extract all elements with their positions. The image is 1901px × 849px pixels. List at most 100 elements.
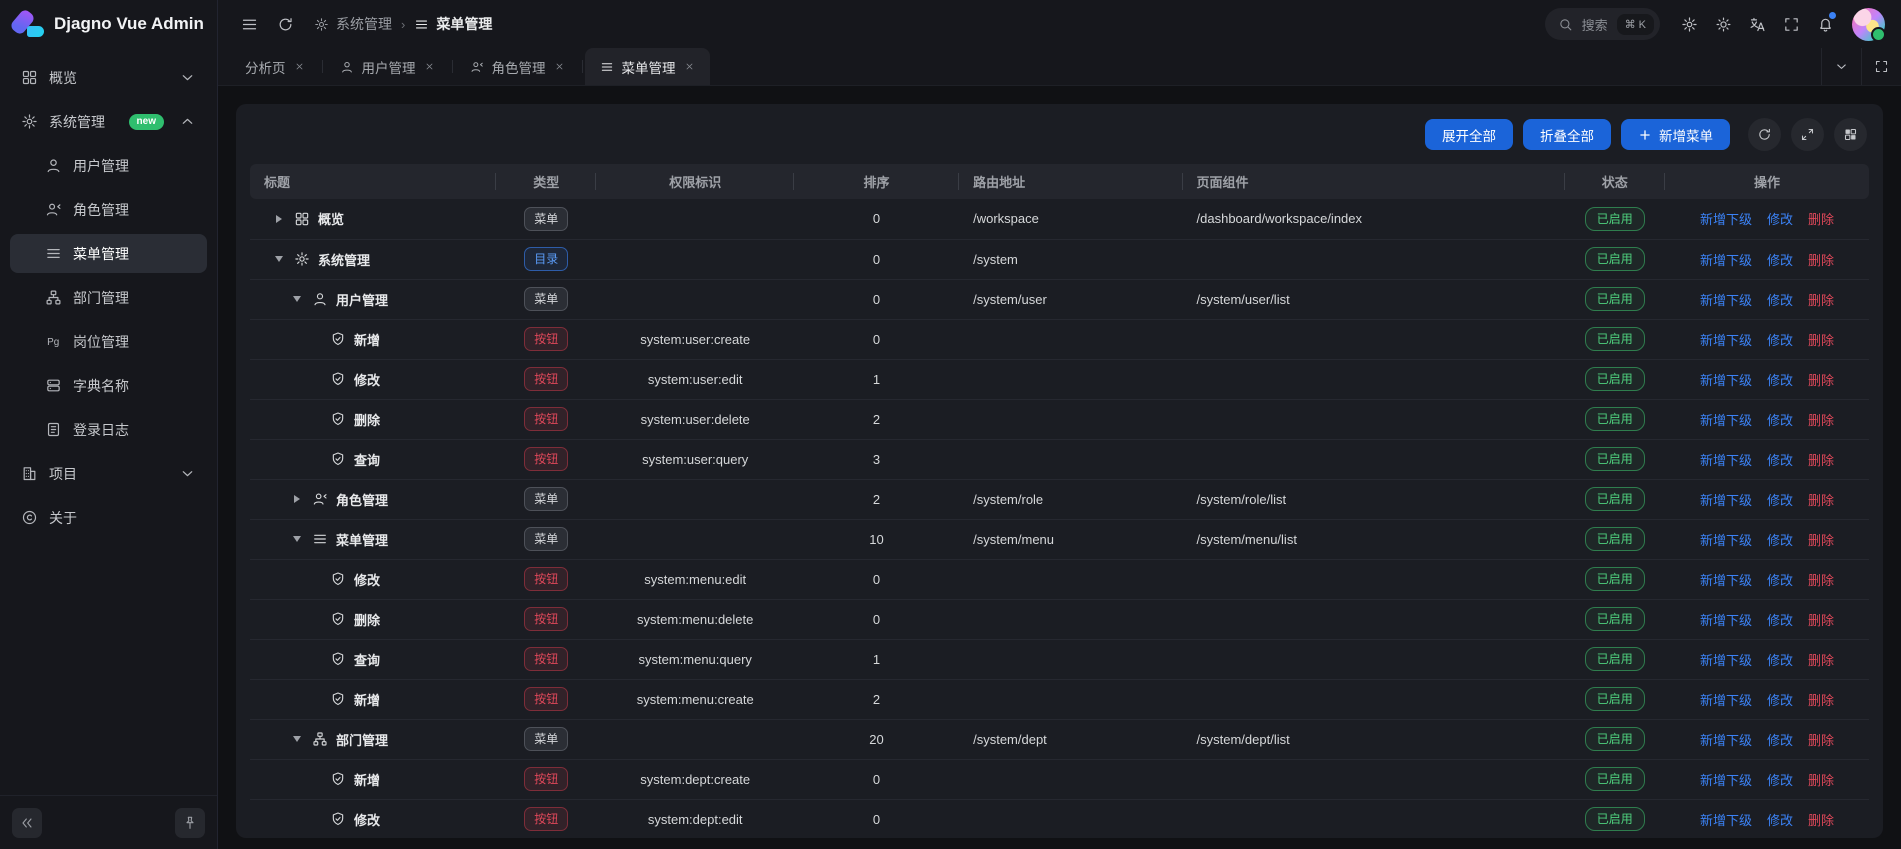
sidebar-toggle-button[interactable] — [234, 9, 264, 39]
user-avatar[interactable] — [1852, 8, 1885, 41]
status-badge: 已启用 — [1585, 527, 1645, 551]
add-child-action[interactable]: 新增下级 — [1700, 570, 1752, 589]
delete-action[interactable]: 删除 — [1808, 610, 1834, 629]
add-child-action[interactable]: 新增下级 — [1700, 530, 1752, 549]
add-child-action[interactable]: 新增下级 — [1700, 290, 1752, 309]
sidebar-pin-button[interactable] — [175, 808, 205, 838]
edit-action[interactable]: 修改 — [1767, 410, 1793, 429]
edit-action[interactable]: 修改 — [1767, 330, 1793, 349]
edit-action[interactable]: 修改 — [1767, 610, 1793, 629]
edit-action[interactable]: 修改 — [1767, 730, 1793, 749]
edit-action[interactable]: 修改 — [1767, 650, 1793, 669]
edit-action[interactable]: 修改 — [1767, 290, 1793, 309]
delete-action[interactable]: 删除 — [1808, 450, 1834, 469]
edit-action[interactable]: 修改 — [1767, 450, 1793, 469]
sidebar-item-login-log[interactable]: 登录日志 — [10, 410, 207, 449]
content-fullscreen-button[interactable] — [1861, 48, 1901, 85]
breadcrumb-item[interactable]: 菜单管理 — [414, 14, 492, 34]
page-refresh-button[interactable] — [270, 9, 300, 39]
edit-action[interactable]: 修改 — [1767, 770, 1793, 789]
delete-action[interactable]: 删除 — [1808, 810, 1834, 829]
sidebar-item-menus[interactable]: 菜单管理 — [10, 234, 207, 273]
sidebar-item-system[interactable]: 系统管理new — [10, 102, 207, 141]
tree-toggle[interactable] — [272, 256, 286, 262]
add-child-action[interactable]: 新增下级 — [1700, 330, 1752, 349]
delete-action[interactable]: 删除 — [1808, 690, 1834, 709]
sidebar-item-users[interactable]: 用户管理 — [10, 146, 207, 185]
sidebar-item-positions[interactable]: 岗位管理 — [10, 322, 207, 361]
column-settings-button[interactable] — [1834, 118, 1867, 151]
delete-action[interactable]: 删除 — [1808, 330, 1834, 349]
add-child-action[interactable]: 新增下级 — [1700, 650, 1752, 669]
cell-type: 菜单 — [496, 519, 596, 559]
add-menu-button[interactable]: 新增菜单 — [1621, 119, 1730, 150]
tree-toggle[interactable] — [290, 495, 304, 503]
tab-close-icon[interactable] — [424, 61, 435, 72]
collapse-all-button[interactable]: 折叠全部 — [1523, 119, 1611, 150]
sidebar-item-about[interactable]: 关于 — [10, 498, 207, 537]
sidebar-item-project[interactable]: 项目 — [10, 454, 207, 493]
add-child-action[interactable]: 新增下级 — [1700, 209, 1752, 228]
add-child-action[interactable]: 新增下级 — [1700, 690, 1752, 709]
logo-row[interactable]: Djagno Vue Admin — [0, 0, 217, 48]
add-child-action[interactable]: 新增下级 — [1700, 730, 1752, 749]
add-child-action[interactable]: 新增下级 — [1700, 610, 1752, 629]
delete-action[interactable]: 删除 — [1808, 290, 1834, 309]
add-child-action[interactable]: 新增下级 — [1700, 450, 1752, 469]
edit-action[interactable]: 修改 — [1767, 810, 1793, 829]
breadcrumb-item[interactable]: 系统管理 — [314, 14, 392, 34]
delete-action[interactable]: 删除 — [1808, 730, 1834, 749]
tab-menus[interactable]: 菜单管理 — [585, 48, 710, 85]
refresh-button[interactable] — [1748, 118, 1781, 151]
tab-close-icon[interactable] — [294, 61, 305, 72]
type-badge: 按钮 — [524, 407, 568, 431]
tree-toggle[interactable] — [272, 215, 286, 223]
search-input[interactable]: 搜索 ⌘ K — [1545, 8, 1660, 40]
edit-action[interactable]: 修改 — [1767, 209, 1793, 228]
language-button[interactable] — [1742, 9, 1772, 39]
fullscreen-button[interactable] — [1776, 9, 1806, 39]
tree-toggle[interactable] — [290, 536, 304, 542]
add-child-action[interactable]: 新增下级 — [1700, 490, 1752, 509]
edit-action[interactable]: 修改 — [1767, 690, 1793, 709]
delete-action[interactable]: 删除 — [1808, 410, 1834, 429]
expand-all-button[interactable]: 展开全部 — [1425, 119, 1513, 150]
tab-close-icon[interactable] — [554, 61, 565, 72]
tab-analytics[interactable]: 分析页 — [230, 48, 320, 85]
theme-toggle-button[interactable] — [1708, 9, 1738, 39]
edit-action[interactable]: 修改 — [1767, 570, 1793, 589]
tab-roles[interactable]: 角色管理 — [455, 48, 580, 85]
sidebar-item-overview[interactable]: 概览 — [10, 58, 207, 97]
tab-close-icon[interactable] — [684, 61, 695, 72]
sidebar-item-roles[interactable]: 角色管理 — [10, 190, 207, 229]
delete-action[interactable]: 删除 — [1808, 490, 1834, 509]
row-shield-icon — [330, 371, 346, 387]
add-child-action[interactable]: 新增下级 — [1700, 810, 1752, 829]
settings-button[interactable] — [1674, 9, 1704, 39]
sidebar-item-departments[interactable]: 部门管理 — [10, 278, 207, 317]
add-child-action[interactable]: 新增下级 — [1700, 410, 1752, 429]
delete-action[interactable]: 删除 — [1808, 209, 1834, 228]
maximize-button[interactable] — [1791, 118, 1824, 151]
tree-toggle[interactable] — [290, 736, 304, 742]
delete-action[interactable]: 删除 — [1808, 530, 1834, 549]
add-child-action[interactable]: 新增下级 — [1700, 370, 1752, 389]
tab-users[interactable]: 用户管理 — [325, 48, 450, 85]
delete-action[interactable]: 删除 — [1808, 250, 1834, 269]
add-child-action[interactable]: 新增下级 — [1700, 770, 1752, 789]
edit-action[interactable]: 修改 — [1767, 370, 1793, 389]
edit-action[interactable]: 修改 — [1767, 530, 1793, 549]
tab-list-dropdown-button[interactable] — [1821, 48, 1861, 85]
edit-action[interactable]: 修改 — [1767, 490, 1793, 509]
notifications-button[interactable] — [1810, 9, 1840, 39]
delete-action[interactable]: 删除 — [1808, 770, 1834, 789]
cell-type: 按钮 — [496, 399, 596, 439]
delete-action[interactable]: 删除 — [1808, 570, 1834, 589]
delete-action[interactable]: 删除 — [1808, 650, 1834, 669]
delete-action[interactable]: 删除 — [1808, 370, 1834, 389]
sidebar-collapse-button[interactable] — [12, 808, 42, 838]
tree-toggle[interactable] — [290, 296, 304, 302]
edit-action[interactable]: 修改 — [1767, 250, 1793, 269]
add-child-action[interactable]: 新增下级 — [1700, 250, 1752, 269]
sidebar-item-dictionary[interactable]: 字典名称 — [10, 366, 207, 405]
